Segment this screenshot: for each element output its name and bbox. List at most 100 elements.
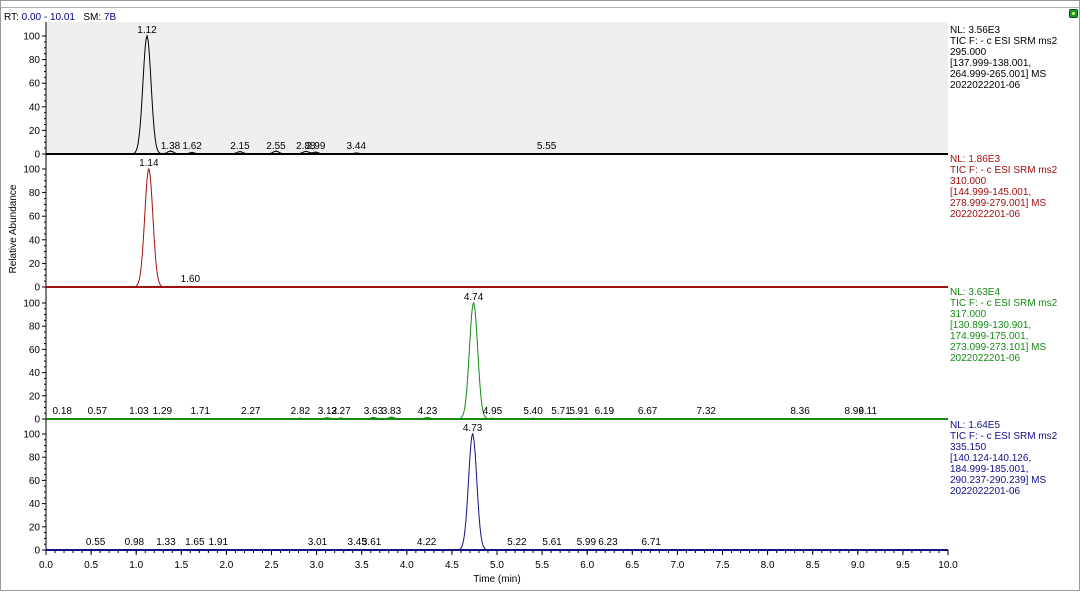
peak-label: 5.55 [537,141,557,152]
peak-label: 2.15 [230,141,250,152]
peak-point [560,417,562,420]
xtick-label: 5.0 [490,560,504,571]
xtick-label: 5.5 [535,560,549,571]
panel-1-info-line: [137.999-138.001, [950,58,1031,69]
panel-2-info-line: 310.000 [950,176,987,187]
xtick-label: 0.5 [84,560,98,571]
peak-point [866,417,869,420]
peak-label: 4.74 [464,292,484,303]
panel-4-info-line: [140.124-140.126, [950,453,1031,464]
panel-4-trace [46,433,948,551]
panel-1-ytick-label: 60 [29,79,41,90]
panel-3-ytick-label: 100 [23,299,40,310]
panel-3-ytick-label: 60 [29,345,41,356]
peak-point [799,417,801,420]
peak-label: 0.57 [88,406,108,417]
panel-3-ytick-label: 80 [29,322,41,333]
peak-label: 7.32 [697,406,717,417]
peak-point [491,417,494,420]
chromatogram-chart: Relative Abundance0204060801001.121.38 1.… [0,0,1080,591]
rt-range: 0.00 - 10.01 [21,12,75,23]
panel-1-info-line: 2022022201-06 [950,80,1021,91]
sm-value: 7B [103,12,117,23]
panel-1-ytick-label: 20 [29,126,41,137]
panel-3-info-line: 174.999-175.001, [950,331,1028,342]
xtick-label: 9.5 [896,560,910,571]
panel-1-info-line: TIC F: - c ESI SRM ms2 [950,36,1058,47]
peak-label: 4.73 [463,423,483,434]
y-axis-title: Relative Abundance [8,184,19,273]
panel-4-info-line: 290.237-290.239] MS [950,475,1047,486]
peak-label: 4.95 [483,406,503,417]
peak-label: 9.11 [858,406,877,417]
peak-point [161,417,164,420]
panel-2-info-line: [144.999-145.001, [950,187,1031,198]
panel-3-ytick-label: 0 [34,415,40,426]
xtick-label: 3.5 [355,560,369,571]
xtick-label: 4.0 [400,560,414,571]
panel-1-ytick-label: 0 [34,150,40,161]
panel-3-info-line: TIC F: - c ESI SRM ms2 [950,298,1058,309]
peak-point [299,417,302,420]
panel-4-info-line: TIC F: - c ESI SRM ms2 [950,431,1058,442]
peak-point [607,548,609,551]
panel-2-ytick-label: 100 [23,165,40,176]
panel-4-info-line: 335.150 [950,442,987,453]
peak-point [355,152,358,154]
xtick-label: 6.5 [625,560,639,571]
panel-4-ytick-label: 0 [34,546,40,557]
xtick-label: 9.0 [851,560,865,571]
panel-2-info-line: NL: 1.86E3 [950,154,1000,165]
peak-label: 6.71 [642,537,662,548]
peak-label: 0.55 [86,537,106,548]
peak-point [249,417,252,420]
panel-4-info-line: NL: 1.64E5 [950,420,1000,431]
peak-label: 4.23 [418,406,438,417]
peak-label: 3.27 [331,406,351,417]
peak-point [853,417,855,420]
panel-2-ytick-label: 0 [34,283,40,294]
panel-2-ytick-label: 60 [29,212,41,223]
panel-1-background [46,22,948,154]
peak-label: 5.61 [542,537,562,548]
peak-point [165,548,167,551]
xtick-label: 10.0 [938,560,958,571]
panel-4-ytick-label: 40 [29,499,41,510]
panel-3-trace [46,302,948,420]
xtick-label: 3.0 [310,560,324,571]
panel-3-info-line: [130.899-130.901, [950,320,1031,331]
peak-label: 1.65 [185,537,205,548]
panel-1-info-line: 264.999-265.001] MS [950,69,1047,80]
xtick-label: 8.5 [806,560,820,571]
panel-1-ytick-label: 80 [29,55,41,66]
panel-3-info-line: NL: 3.63E4 [950,287,1000,298]
panel-1-ytick-label: 40 [29,102,41,113]
peak-label: 1.29 [153,406,173,417]
peak-point [705,417,708,420]
peak-label: 1.03 [129,406,149,417]
peak-point [425,548,428,551]
peak-label: 3.61 [362,537,382,548]
peak-label: 6.23 [598,537,618,548]
peak-label: 3.01 [308,537,328,548]
xtick-label: 6.0 [580,560,594,571]
peak-label: 2.55 [266,141,286,152]
xtick-label: 4.5 [445,560,459,571]
x-axis-title: Time (min) [473,574,520,585]
panel-1-info-line: 295.000 [950,47,987,58]
peak-label: 0.98 [125,537,145,548]
panel-4-ytick-label: 80 [29,453,41,464]
panel-3-info-line: 273.099-273.101] MS [950,342,1047,353]
peak-point [545,152,548,155]
peak-point [94,548,97,551]
rt-label: RT: [4,12,19,23]
peak-label: 5.91 [569,406,589,417]
peak-point [61,417,64,420]
status-icon[interactable] [1069,9,1078,18]
peak-label: 3.44 [347,141,367,152]
peak-label: 6.19 [595,406,615,417]
peak-point [189,285,192,288]
panel-3-ytick-label: 40 [29,368,41,379]
xtick-label: 2.5 [265,560,279,571]
panel-2-ytick-label: 20 [29,259,41,270]
